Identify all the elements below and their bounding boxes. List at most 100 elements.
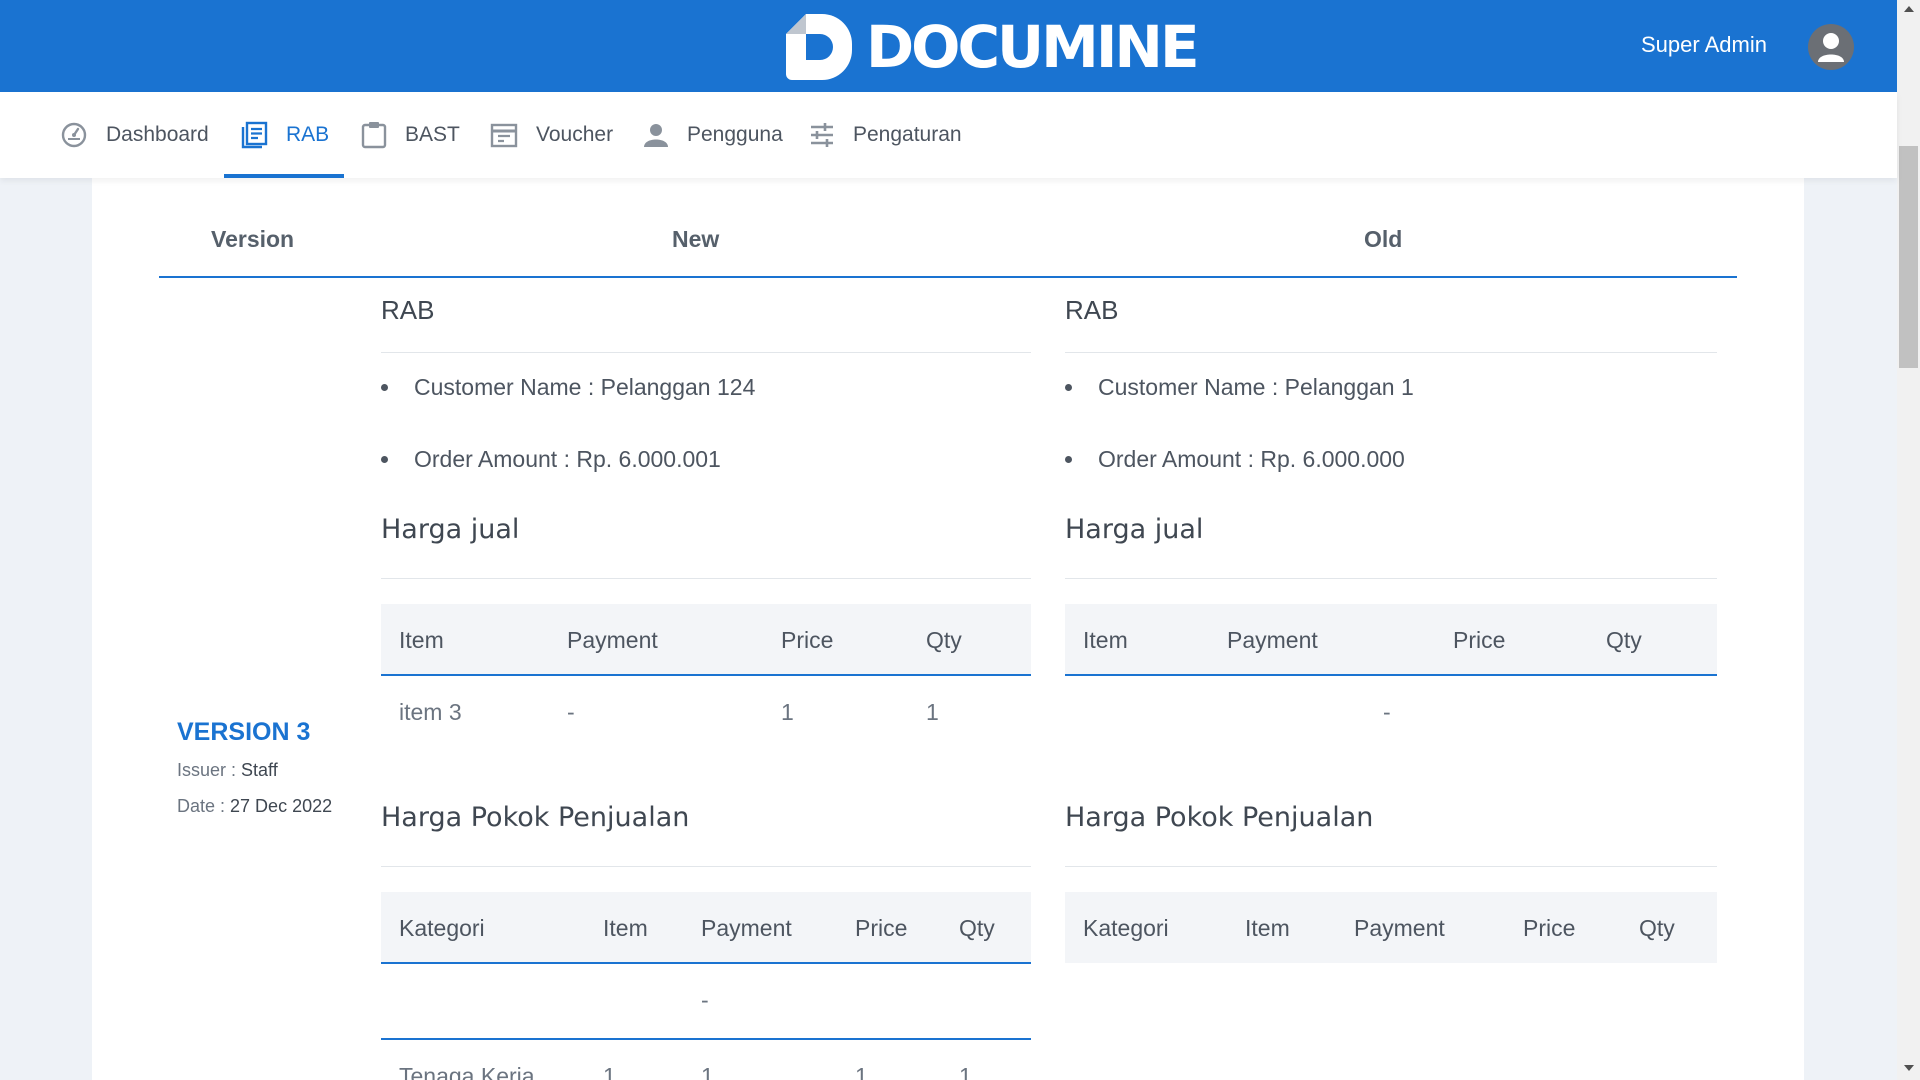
nav-label-pengguna: Pengguna <box>687 123 783 146</box>
document-list-icon <box>241 121 268 149</box>
nav-label-pengaturan: Pengaturan <box>853 123 962 146</box>
col-qty: Qty <box>1606 627 1642 653</box>
new-harga-jual-title: Harga jual <box>381 514 520 545</box>
header-new: New <box>672 226 720 252</box>
divider <box>381 866 1031 867</box>
cell-price: 1 <box>781 699 794 725</box>
col-kategori: Kategori <box>1083 915 1169 941</box>
scroll-down-arrow-icon[interactable] <box>1904 1065 1914 1071</box>
clipboard-icon <box>361 122 387 149</box>
old-hpp-title: Harga Pokok Penjualan <box>1065 802 1374 833</box>
col-price: Price <box>1523 915 1576 941</box>
voucher-calendar-icon <box>490 123 518 148</box>
new-customer-text: Customer Name : Pelanggan 124 <box>414 373 756 400</box>
old-harga-jual-title: Harga jual <box>1065 514 1204 545</box>
version-date: Date : 27 Dec 2022 <box>177 796 332 817</box>
nav-label-voucher: Voucher <box>536 123 614 146</box>
old-customer-name: Customer Name : Pelanggan 1 <box>1065 372 1414 402</box>
cell-kategori: Tenaga Kerja <box>399 1063 535 1080</box>
col-item: Item <box>1245 915 1290 941</box>
user-avatar-icon <box>1818 33 1844 62</box>
top-bar: DOCUMINE Super Admin <box>0 0 1897 92</box>
new-hpp-title: Harga Pokok Penjualan <box>381 802 690 833</box>
divider <box>381 352 1031 353</box>
cell-payment: 1 <box>701 1063 714 1080</box>
nav-label-rab: RAB <box>286 123 330 146</box>
page-scrollbar[interactable] <box>1897 0 1920 1080</box>
user-icon <box>644 124 668 147</box>
version-comparison-card: Version New Old VERSION 3 Issuer : Staff… <box>92 178 1804 1080</box>
new-amount-text: Order Amount : Rp. 6.000.001 <box>414 445 721 472</box>
col-price: Price <box>781 627 834 653</box>
table-row-empty: - <box>381 964 1031 1036</box>
date-value: 27 Dec 2022 <box>230 796 333 816</box>
col-item: Item <box>399 627 444 653</box>
new-order-amount: Order Amount : Rp. 6.000.001 <box>381 444 721 474</box>
dashboard-gauge-icon <box>61 122 87 148</box>
table-row: Tenaga Kerja 1 1 1 1 <box>381 1040 1031 1080</box>
nav-item-voucher[interactable]: Voucher <box>490 92 613 178</box>
cell-qty: 1 <box>959 1063 972 1080</box>
col-price: Price <box>855 915 908 941</box>
new-hpp-table-header: Kategori Item Payment Price Qty <box>381 892 1031 964</box>
nav-item-bast[interactable]: BAST <box>361 92 460 178</box>
nav-label-dashboard: Dashboard <box>106 123 209 146</box>
col-qty: Qty <box>959 915 995 941</box>
date-label: Date : <box>177 796 231 816</box>
new-rab-title: RAB <box>381 295 435 325</box>
sliders-icon <box>811 123 833 147</box>
old-customer-text: Customer Name : Pelanggan 1 <box>1098 373 1414 400</box>
col-payment: Payment <box>701 915 792 941</box>
table-row: item 3 - 1 1 <box>381 676 1031 748</box>
bullet-dot <box>381 383 388 391</box>
issuer-label: Issuer : <box>177 760 242 780</box>
avatar[interactable] <box>1808 24 1854 70</box>
cell-payment: - <box>567 699 575 725</box>
main-nav: Dashboard RAB BAST Voucher Pengguna Peng… <box>0 92 1897 178</box>
bullet-dot <box>1065 455 1072 463</box>
col-qty: Qty <box>1639 915 1675 941</box>
user-name[interactable]: Super Admin <box>1641 32 1767 58</box>
nav-item-pengaturan[interactable]: Pengaturan <box>809 92 962 178</box>
nav-item-pengguna[interactable]: Pengguna <box>643 92 783 178</box>
old-rab-title: RAB <box>1065 295 1119 325</box>
nav-label-bast: BAST <box>405 123 460 146</box>
divider <box>1065 866 1717 867</box>
nav-item-dashboard[interactable]: Dashboard <box>60 92 209 178</box>
col-item: Item <box>603 915 648 941</box>
documine-logo-icon <box>786 14 852 80</box>
header-old: Old <box>1364 226 1403 252</box>
col-price: Price <box>1453 627 1506 653</box>
col-item: Item <box>1083 627 1128 653</box>
nav-active-indicator <box>224 174 344 178</box>
cell-item: 1 <box>603 1063 616 1080</box>
divider <box>381 578 1031 579</box>
comparison-table-header: Version New Old <box>159 178 1737 278</box>
cell-qty: 1 <box>926 699 939 725</box>
old-amount-text: Order Amount : Rp. 6.000.000 <box>1098 445 1405 472</box>
new-customer-name: Customer Name : Pelanggan 124 <box>381 372 755 402</box>
old-harga-jual-table-header: Item Payment Price Qty <box>1065 604 1717 676</box>
scroll-thumb[interactable] <box>1899 146 1918 368</box>
col-payment: Payment <box>1354 915 1445 941</box>
scroll-up-arrow-icon[interactable] <box>1904 6 1914 12</box>
empty-cell: - <box>701 987 709 1013</box>
cell-item: item 3 <box>399 699 462 725</box>
issuer-value: Staff <box>241 760 278 780</box>
bullet-dot <box>1065 383 1072 391</box>
old-hpp-table-header: Kategori Item Payment Price Qty <box>1065 892 1717 963</box>
divider <box>1065 352 1717 353</box>
divider <box>1065 578 1717 579</box>
col-payment: Payment <box>1227 627 1318 653</box>
bullet-dot <box>381 455 388 463</box>
nav-item-rab[interactable]: RAB <box>240 92 329 178</box>
documine-logo[interactable]: DOCUMINE <box>786 13 1200 81</box>
version-issuer: Issuer : Staff <box>177 760 278 781</box>
col-kategori: Kategori <box>399 915 485 941</box>
col-qty: Qty <box>926 627 962 653</box>
new-harga-jual-table-header: Item Payment Price Qty <box>381 604 1031 676</box>
logo-text: DOCUMINE <box>866 13 1200 81</box>
table-row-empty: - <box>1065 676 1717 748</box>
col-payment: Payment <box>567 627 658 653</box>
old-order-amount: Order Amount : Rp. 6.000.000 <box>1065 444 1405 474</box>
